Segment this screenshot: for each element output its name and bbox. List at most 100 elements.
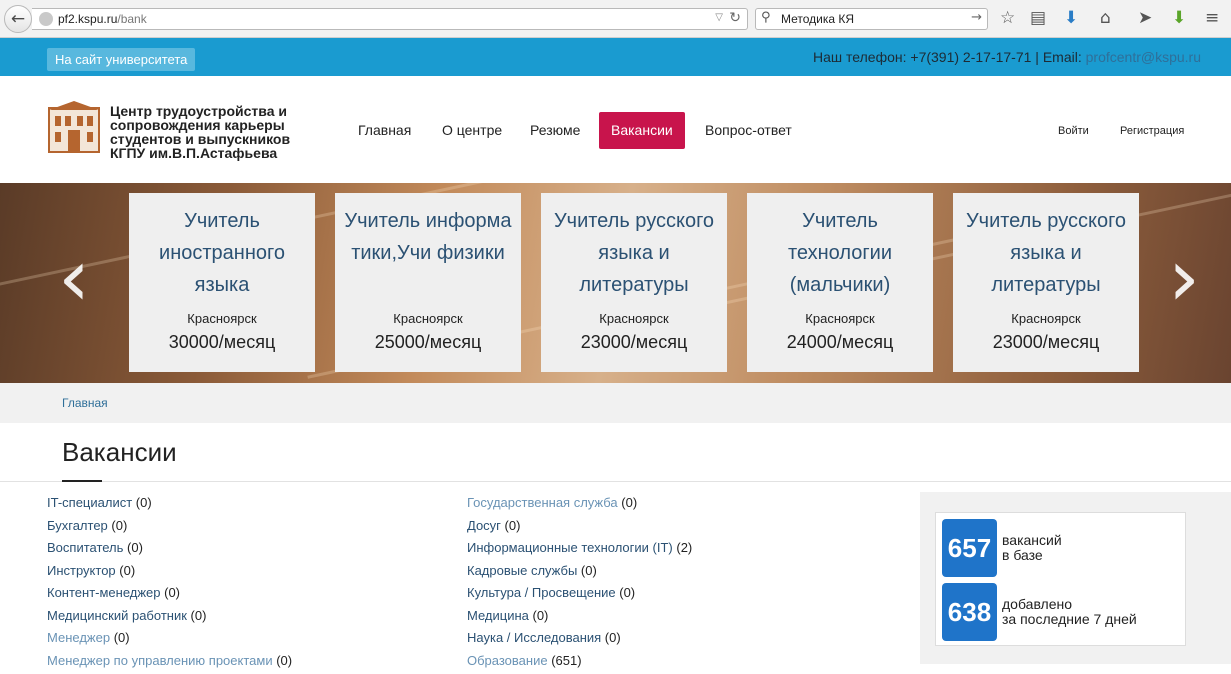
category-count: (0) xyxy=(116,563,136,578)
stat-total: 657 вакансийв базе xyxy=(942,519,1182,577)
category-link[interactable]: Менеджер xyxy=(47,630,110,645)
bookmark-star-icon[interactable]: ☆ xyxy=(1000,8,1015,28)
logo-text[interactable]: Центр трудоустройства и сопровождения ка… xyxy=(110,104,320,160)
nav-vacancies[interactable]: Вакансии xyxy=(599,112,685,149)
category-link[interactable]: Образование xyxy=(467,653,548,668)
vacancy-city: Красноярск xyxy=(747,311,933,326)
category-count: (2) xyxy=(673,540,693,555)
list-item: Информационные технологии (IT) (2) xyxy=(467,539,692,562)
category-link[interactable]: Культура / Просвещение xyxy=(467,585,616,600)
email-link[interactable]: profcentr@kspu.ru xyxy=(1086,49,1201,65)
category-count: (0) xyxy=(108,518,128,533)
stats-widget: 657 вакансийв базе 638 добавленоза после… xyxy=(935,512,1186,646)
category-count: (0) xyxy=(577,563,597,578)
vacancy-card[interactable]: Учитель русского языка и литературы Крас… xyxy=(953,193,1139,372)
register-link[interactable]: Регистрация xyxy=(1120,125,1184,137)
slider-prev-icon[interactable]: ‹ xyxy=(58,238,90,318)
list-item: Государственная служба (0) xyxy=(467,494,692,517)
breadcrumb-home[interactable]: Главная xyxy=(62,396,108,410)
stat-week-label-line2: за последние 7 дней xyxy=(1002,611,1137,627)
category-count: (0) xyxy=(618,495,638,510)
list-item: Досуг (0) xyxy=(467,517,692,540)
university-site-button[interactable]: На сайт университета xyxy=(47,48,195,71)
vacancy-title[interactable]: Учитель информатики,Учи физики xyxy=(335,205,521,301)
category-link[interactable]: Кадровые службы xyxy=(467,563,577,578)
list-item: Воспитатель (0) xyxy=(47,539,292,562)
nav-resume[interactable]: Резюме xyxy=(518,112,592,149)
vacancy-card[interactable]: Учитель русского языка и литературы Крас… xyxy=(541,193,727,372)
browser-toolbar: ← pf2.kspu.ru/bank ▽ ↻ ⚲ Методика КЯ → ☆… xyxy=(0,0,1231,38)
login-link[interactable]: Войти xyxy=(1058,125,1089,137)
category-link[interactable]: Контент-менеджер xyxy=(47,585,161,600)
category-count: (0) xyxy=(161,585,181,600)
vacancy-title-text: Учитель информатики,Учи физики xyxy=(341,205,515,269)
reading-list-icon[interactable]: ▤ xyxy=(1030,8,1046,28)
vacancy-title[interactable]: Учитель иностранного языка xyxy=(129,205,315,301)
vacancy-card[interactable]: Учитель информатики,Учи физики Красноярс… xyxy=(335,193,521,372)
vacancy-card[interactable]: Учитель иностранного языка Красноярск 30… xyxy=(129,193,315,372)
vacancy-slider: ‹ › Учитель иностранного языка Красноярс… xyxy=(0,183,1231,383)
list-item: Медицина (0) xyxy=(467,607,692,630)
category-count: (0) xyxy=(616,585,636,600)
category-link[interactable]: Воспитатель xyxy=(47,540,123,555)
address-text: pf2.kspu.ru/bank xyxy=(58,12,147,26)
nav-about[interactable]: О центре xyxy=(430,112,514,149)
category-link[interactable]: Наука / Исследования xyxy=(467,630,601,645)
stat-week-label-line1: добавлено xyxy=(1002,596,1072,612)
page-title: Вакансии xyxy=(62,437,177,468)
downloads-icon[interactable]: ⬇ xyxy=(1064,8,1078,28)
slider-next-icon[interactable]: › xyxy=(1168,238,1200,318)
search-go-icon[interactable]: → xyxy=(971,10,982,25)
category-count: (651) xyxy=(548,653,582,668)
category-link[interactable]: Бухгалтер xyxy=(47,518,108,533)
vacancy-card[interactable]: Учитель технологии (мальчики) Красноярск… xyxy=(747,193,933,372)
stat-total-label-line1: вакансий xyxy=(1002,532,1062,548)
nav-home[interactable]: Главная xyxy=(346,112,423,149)
list-item: Инструктор (0) xyxy=(47,562,292,585)
category-count: (0) xyxy=(501,518,521,533)
stat-total-label-line2: в базе xyxy=(1002,547,1043,563)
addon-download-icon[interactable]: ⬇ xyxy=(1172,8,1186,28)
search-box[interactable]: ⚲ Методика КЯ → xyxy=(755,8,988,30)
stat-week-label: добавленоза последние 7 дней xyxy=(1002,597,1137,627)
vacancy-city: Красноярск xyxy=(335,311,521,326)
divider xyxy=(0,481,1231,482)
address-bar[interactable]: pf2.kspu.ru/bank ▽ ↻ xyxy=(32,8,748,30)
category-link[interactable]: Информационные технологии (IT) xyxy=(467,540,673,555)
category-link[interactable]: Менеджер по управлению проектами xyxy=(47,653,273,668)
vacancy-salary: 30000/месяц xyxy=(129,332,315,353)
back-button[interactable]: ← xyxy=(4,5,32,33)
vacancy-title[interactable]: Учитель русского языка и литературы xyxy=(953,205,1139,301)
list-item: IT-специалист (0) xyxy=(47,494,292,517)
url-path: /bank xyxy=(117,12,146,26)
vacancy-city: Красноярск xyxy=(129,311,315,326)
list-item: Медицинский работник (0) xyxy=(47,607,292,630)
vacancy-title[interactable]: Учитель технологии (мальчики) xyxy=(747,205,933,301)
globe-icon xyxy=(39,12,53,26)
stat-total-value: 657 xyxy=(942,519,997,577)
logo-icon[interactable] xyxy=(47,100,101,154)
site-header: Центр трудоустройства и сопровождения ка… xyxy=(0,76,1231,183)
search-input[interactable]: Методика КЯ xyxy=(781,12,854,26)
vacancy-salary: 24000/месяц xyxy=(747,332,933,353)
category-link[interactable]: Инструктор xyxy=(47,563,116,578)
category-link[interactable]: Досуг xyxy=(467,518,501,533)
vacancy-title[interactable]: Учитель русского языка и литературы xyxy=(541,205,727,301)
list-item: Контент-менеджер (0) xyxy=(47,584,292,607)
nav-faq[interactable]: Вопрос-ответ xyxy=(693,112,804,149)
reload-icon[interactable]: ↻ xyxy=(729,10,741,26)
category-link[interactable]: Медицина xyxy=(467,608,529,623)
category-count: (0) xyxy=(132,495,152,510)
category-link[interactable]: IT-специалист xyxy=(47,495,132,510)
menu-icon[interactable]: ≡ xyxy=(1205,8,1219,28)
send-icon[interactable]: ➤ xyxy=(1138,8,1152,28)
vacancy-salary: 25000/месяц xyxy=(335,332,521,353)
stat-total-label: вакансийв базе xyxy=(1002,533,1062,563)
vacancy-salary: 23000/месяц xyxy=(541,332,727,353)
category-link[interactable]: Медицинский работник xyxy=(47,608,187,623)
history-dropdown-icon[interactable]: ▽ xyxy=(715,12,723,23)
home-icon[interactable]: ⌂ xyxy=(1100,8,1111,28)
category-link[interactable]: Государственная служба xyxy=(467,495,618,510)
phone-text: Наш телефон: +7(391) 2-17-17-71 | Email: xyxy=(813,49,1086,65)
category-count: (0) xyxy=(123,540,143,555)
